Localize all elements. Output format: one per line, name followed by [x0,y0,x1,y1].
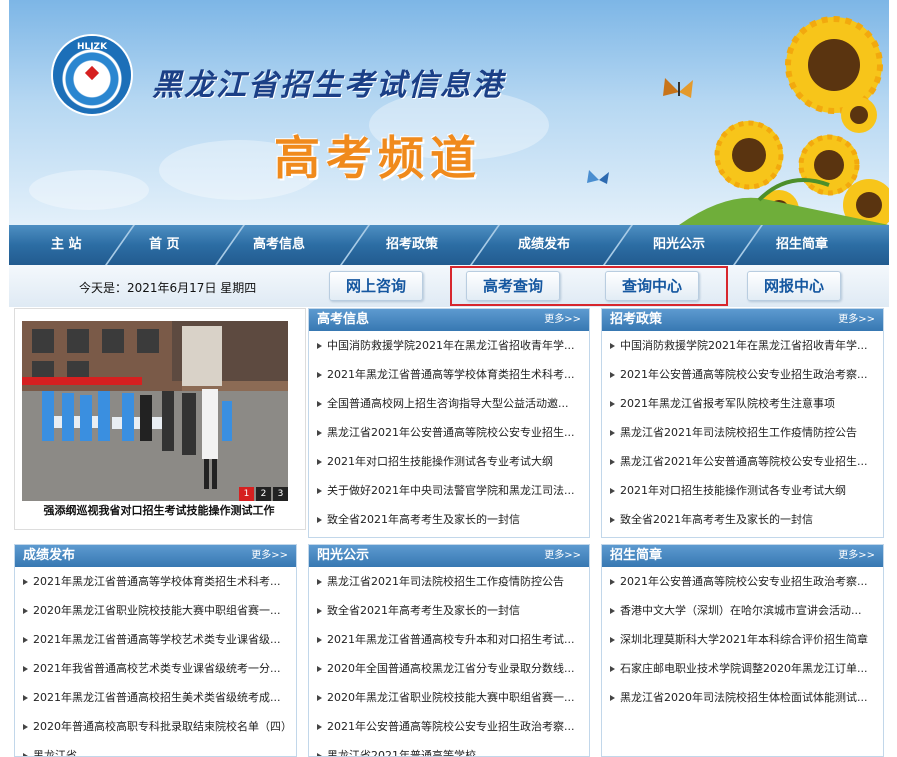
logo-emblem-icon [84,65,100,81]
panel-header: 招生简章 更多>> [602,545,883,567]
panel-header: 成绩发布 更多>> [15,545,296,567]
online-register-center-button[interactable]: 网报中心 [747,271,841,301]
butterfly-icon [663,78,693,98]
list-item[interactable]: 黑龙江省2021年公安普通高等院校公安专业招生... [309,418,589,447]
more-link[interactable]: 更多>> [544,309,581,331]
nav-item-admission-brochure[interactable]: 招生简章 [776,225,828,265]
list-item[interactable]: 黑龙江省2021年司法院校招生工作疫情防控公告 [602,418,883,447]
list-item[interactable]: 黑龙江省2021年司法院校招生工作疫情防控公告 [309,567,589,596]
panel-title: 高考信息 [317,312,370,327]
list-item[interactable]: 石家庄邮电职业技术学院调整2020年黑龙江订单... [602,654,883,683]
panel-gaokao-info: 高考信息 更多>> 中国消防救援学院2021年在黑龙江省招收青年学... 202… [308,308,590,538]
sunflower-icon [679,16,889,225]
site-title: 黑龙江省招生考试信息港 [152,68,504,103]
nav-separator [732,225,764,265]
panel-admission-policy: 招考政策 更多>> 中国消防救援学院2021年在黑龙江省招收青年学... 202… [601,308,884,538]
channel-title: 高考频道 [274,131,482,185]
news-list: 2021年公安普通高等院校公安专业招生政治考察... 香港中文大学（深圳）在哈尔… [602,567,883,712]
news-list: 中国消防救援学院2021年在黑龙江省招收青年学... 2021年公安普通高等院校… [602,331,883,534]
site-logo[interactable]: HLJZK [53,36,131,114]
butterfly-icon [587,170,609,184]
list-item[interactable]: 2021年我省普通高校艺术类专业课省级统考一分... [15,654,296,683]
list-item[interactable]: 2021年黑龙江省报考军队院校考生注意事项 [602,389,883,418]
list-item[interactable]: 黑龙江省2021年公安普通高等院校公安专业招生... [602,447,883,476]
list-item[interactable]: 深圳北理莫斯科大学2021年本科综合评价招生简章 [602,625,883,654]
more-link[interactable]: 更多>> [838,309,875,331]
header-banner: HLJZK 黑龙江省招生考试信息港 高考频道 [9,0,889,225]
nav-separator [104,225,136,265]
panel-public-notice: 阳光公示 更多>> 黑龙江省2021年司法院校招生工作疫情防控公告 致全省202… [308,544,590,757]
list-item[interactable]: 2020年黑龙江省职业院校技能大赛中职组省赛一... [15,596,296,625]
list-item[interactable]: 关于做好2021年中央司法警官学院和黑龙江司法... [309,476,589,505]
list-item[interactable]: 2021年公安普通高等院校公安专业招生政治考察... [602,360,883,389]
panel-header: 阳光公示 更多>> [309,545,589,567]
panel-title: 阳光公示 [317,548,370,563]
list-item[interactable]: 2021年对口招生技能操作测试各专业考试大纲 [309,447,589,476]
slideshow-photo[interactable]: 1 2 3 [22,321,288,501]
news-list: 中国消防救援学院2021年在黑龙江省招收青年学... 2021年黑龙江省普通高等… [309,331,589,534]
panel-header: 招考政策 更多>> [602,309,883,331]
nav-separator [214,225,246,265]
list-item[interactable]: 2021年公安普通高等院校公安专业招生政治考察... [602,567,883,596]
online-consult-button[interactable]: 网上咨询 [329,271,423,301]
nav-item-score-release[interactable]: 成绩发布 [518,225,570,265]
list-item[interactable]: 2021年公安普通高等院校公安专业招生政治考察... [309,712,589,741]
photo-scene [22,321,288,501]
panel-title: 成绩发布 [23,548,76,563]
panel-header: 高考信息 更多>> [309,309,589,331]
page: HLJZK 黑龙江省招生考试信息港 高考频道 主 站 首 页 高考信息 招考政策… [9,0,889,757]
panel-title: 招生简章 [610,548,663,563]
more-link[interactable]: 更多>> [251,545,288,567]
slideshow-caption[interactable]: 强添纲巡视我省对口招生考试技能操作测试工作 [15,502,303,518]
list-item[interactable]: 全国普通高校网上招生咨询指导大型公益活动邀... [309,389,589,418]
list-item[interactable]: 2021年黑龙江省普通高等学校艺术类专业课省级... [15,625,296,654]
nav-item-admission-policy[interactable]: 招考政策 [386,225,438,265]
news-list: 黑龙江省2021年司法院校招生工作疫情防控公告 致全省2021年高考考生及家长的… [309,567,589,756]
nav-separator [602,225,634,265]
list-item[interactable]: 2021年黑龙江省普通高等学校体育类招生术科考... [15,567,296,596]
panel-score-release: 成绩发布 更多>> 2021年黑龙江省普通高等学校体育类招生术科考... 202… [14,544,297,757]
list-item[interactable]: 2021年黑龙江省普通高等学校体育类招生术科考... [309,360,589,389]
list-item[interactable]: 2021年黑龙江省普通高校专升本和对口招生考试... [309,625,589,654]
panel-title: 招考政策 [610,312,663,327]
list-item[interactable]: 香港中文大学（深圳）在哈尔滨城市宣讲会活动... [602,596,883,625]
list-item[interactable]: 中国消防救援学院2021年在黑龙江省招收青年学... [309,331,589,360]
news-slideshow: 1 2 3 强添纲巡视我省对口招生考试技能操作测试工作 [14,308,306,530]
slide-page-1[interactable]: 1 [239,487,254,501]
list-item[interactable]: 2021年黑龙江省普通高校招生美术类省级统考成... [15,683,296,712]
news-list: 2021年黑龙江省普通高等学校体育类招生术科考... 2020年黑龙江省职业院校… [15,567,296,756]
current-date: 今天是：2021年6月17日 星期四 [79,281,257,295]
sunflower-illustration [587,16,889,225]
nav-item-home[interactable]: 首 页 [149,225,180,265]
nav-separator [469,225,501,265]
nav-item-main-site[interactable]: 主 站 [51,225,82,265]
main-nav: 主 站 首 页 高考信息 招考政策 成绩发布 阳光公示 招生简章 [9,225,889,265]
slide-page-2[interactable]: 2 [256,487,271,501]
nav-item-public-notice[interactable]: 阳光公示 [653,225,705,265]
nav-separator [339,225,371,265]
more-link[interactable]: 更多>> [838,545,875,567]
list-item[interactable]: 2020年黑龙江省职业院校技能大赛中职组省赛一... [309,683,589,712]
highlight-box [450,266,728,306]
list-item[interactable]: 致全省2021年高考考生及家长的一封信 [309,596,589,625]
panel-admission-brochure: 招生简章 更多>> 2021年公安普通高等院校公安专业招生政治考察... 香港中… [601,544,884,757]
list-item[interactable]: 中国消防救援学院2021年在黑龙江省招收青年学... [602,331,883,360]
slide-page-3[interactable]: 3 [273,487,288,501]
logo-text: HLJZK [76,42,108,52]
list-item[interactable]: 致全省2021年高考考生及家长的一封信 [602,505,883,534]
list-item[interactable]: 2020年全国普通高校黑龙江省分专业录取分数线... [309,654,589,683]
more-link[interactable]: 更多>> [544,545,581,567]
list-item[interactable]: 2020年普通高校高职专科批录取结束院校名单（四） [15,712,296,741]
list-item[interactable]: 2021年对口招生技能操作测试各专业考试大纲 [602,476,883,505]
nav-item-gaokao-info[interactable]: 高考信息 [253,225,305,265]
list-item[interactable]: 致全省2021年高考考生及家长的一封信 [309,505,589,534]
list-item[interactable]: 黑龙江省2020年司法院校招生体检面试体能测试... [602,683,883,712]
toolbar: 今天是：2021年6月17日 星期四 网上咨询 高考查询 查询中心 网报中心 [9,265,889,307]
slideshow-pager: 1 2 3 [237,487,288,501]
